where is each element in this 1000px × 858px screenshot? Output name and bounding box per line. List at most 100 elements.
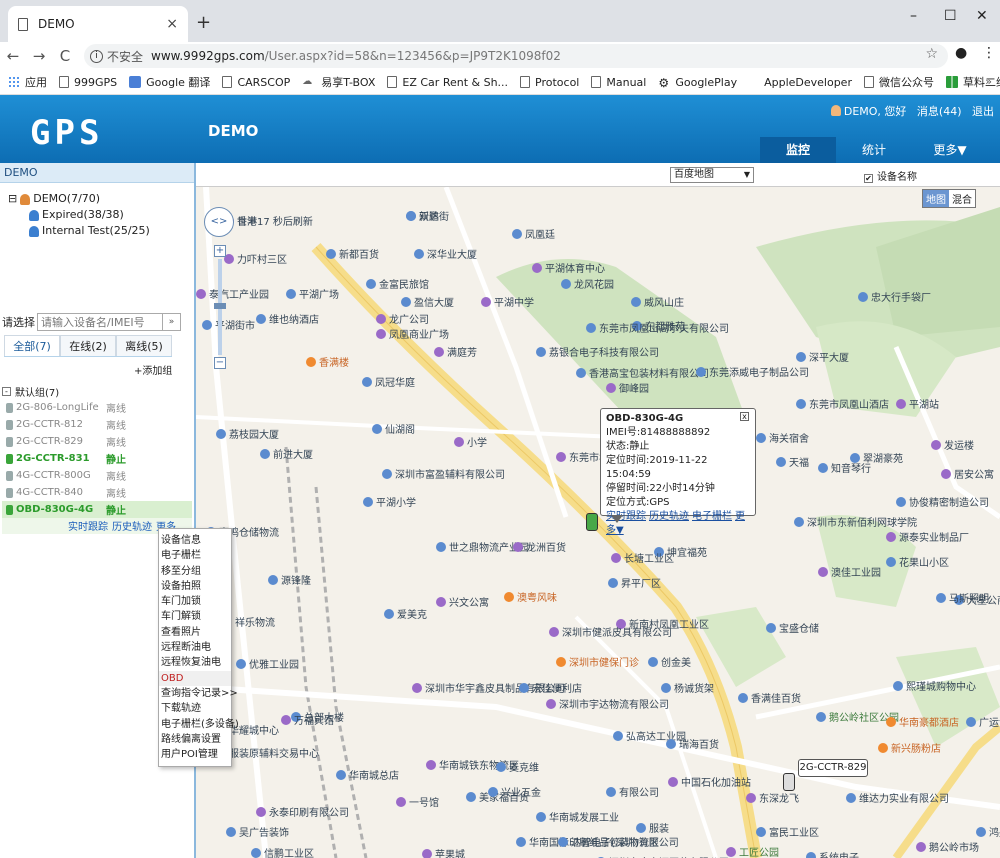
map-poi-label[interactable]: 永泰印刷有限公司 [256, 807, 349, 820]
bookmark-item[interactable]: 微信公众号 [863, 74, 934, 90]
map-poi-label[interactable]: 前进大厦 [260, 449, 313, 462]
bookmark-item[interactable]: 999GPS [59, 76, 117, 89]
map-poi-label[interactable]: 香满楼 [306, 357, 349, 370]
map-poi-label[interactable]: 龙洲百货 [513, 542, 566, 555]
zoom-handle[interactable] [214, 303, 226, 309]
map-poi-label[interactable]: 海关宿舍 [756, 433, 809, 446]
map-type-map[interactable]: 地图 [923, 190, 949, 207]
map-panel[interactable]: 百度地图 ▼ ✔ 设备名称 世丰17 秒后刷新 双鹏街 凤凰廷 力吓村三区 新都百货 深华业大… [196, 163, 1000, 858]
device-row[interactable]: 2G-CCTR-812 离线 [2, 416, 192, 433]
map-poi-label[interactable]: 宏佳便利店 [519, 683, 582, 696]
map-poi-label[interactable]: 荔银合电子科技有限公司 [536, 347, 659, 360]
device-row[interactable]: 4G-CCTR-840 离线 [2, 484, 192, 501]
messages-link[interactable]: 消息(44) [917, 105, 962, 118]
bookmark-item[interactable]: 应用 [8, 74, 47, 90]
context-menu-item[interactable]: 路线偏离设置 [159, 732, 231, 747]
device-search-input[interactable]: 请输入设备名/IMEI号 » [37, 313, 181, 331]
bookmark-item[interactable]: ☁ 易享T-BOX [302, 74, 375, 90]
new-tab-button[interactable]: + [196, 12, 211, 33]
map-poi-label[interactable]: 知音琴行 [818, 463, 871, 476]
reload-button[interactable]: C [52, 47, 78, 65]
map-poi-label[interactable]: 深圳市东新佰利网球学院 [794, 517, 917, 530]
map-poi-label[interactable]: 华南城发展工业 [536, 812, 619, 825]
tree-item-internal-test[interactable]: Internal Test(25/25) [8, 223, 194, 239]
map-poi-label[interactable]: 威风山庄 [631, 297, 684, 310]
map-poi-label[interactable]: 深平大厦 [796, 352, 849, 365]
map-poi-label[interactable]: 小学 [454, 437, 487, 450]
tab-more[interactable]: 更多▼ [912, 137, 988, 163]
forward-button[interactable]: → [26, 47, 52, 65]
browser-menu-icon[interactable]: ⋮ [982, 45, 996, 61]
map-poi-label[interactable]: 服装 [636, 823, 669, 836]
device-name-tag[interactable]: 2G-CCTR-829 [798, 759, 868, 777]
map-poi-label[interactable]: 广运油中心 [966, 717, 1000, 730]
tab-statistics[interactable]: 统计 [836, 137, 912, 163]
map-poi-label[interactable]: 维达力实业有限公司 [846, 793, 949, 806]
map-poi-label[interactable]: 新达 [406, 211, 439, 224]
map-poi-label[interactable]: 杨诚货架 [661, 683, 714, 696]
map-poi-label[interactable]: 爱美克 [384, 609, 427, 622]
map-poi-label[interactable]: 维也纳酒店 [256, 314, 319, 327]
context-menu-item[interactable]: 查看照片 [159, 625, 231, 640]
zoom-in-button[interactable]: + [214, 245, 226, 257]
context-menu-item[interactable]: 车门解锁 [159, 609, 231, 624]
group-header[interactable]: - 默认组(7) [2, 383, 192, 399]
bookmark-star-icon[interactable]: ☆ [925, 46, 938, 62]
window-close-button[interactable]: ✕ [976, 8, 988, 24]
logout-link[interactable]: 退出 [972, 105, 994, 118]
bookmark-item[interactable]: CARSCOP [222, 76, 290, 89]
context-menu-item[interactable]: 电子栅栏 [159, 548, 231, 563]
context-menu-item[interactable]: 电子栅栏(多设备) [159, 717, 239, 732]
map-poi-label[interactable]: 深圳市宇达物流有限公司 [546, 699, 669, 712]
popup-history-link[interactable]: 历史轨迹 [649, 511, 689, 522]
collapse-icon[interactable]: - [2, 386, 11, 396]
map-poi-label[interactable]: 龙风花园 [561, 279, 614, 292]
add-group-button[interactable]: +添加组 [134, 362, 172, 377]
map-poi-label[interactable]: 香满佳百货 [738, 693, 801, 706]
context-menu-item[interactable]: 车门加锁 [159, 594, 231, 609]
tab-close-icon[interactable]: × [166, 16, 178, 32]
context-menu-item[interactable]: OBD [159, 670, 231, 686]
map-poi-label[interactable]: 天福 [776, 457, 809, 470]
bookmark-item[interactable]: AppleDeveloper [749, 76, 852, 89]
map-poi-label[interactable]: 香港高宝包装材料有限公司 [576, 368, 709, 381]
tab-monitor[interactable]: 监控 [760, 137, 836, 163]
zoom-out-button[interactable]: − [214, 357, 226, 369]
map-poi-label[interactable]: 平湖广场 [286, 289, 339, 302]
history-link[interactable]: 历史轨迹 [112, 522, 152, 533]
map-poi-label[interactable]: 工匠公园 [726, 847, 779, 858]
context-menu-item[interactable]: 设备信息 [159, 533, 231, 548]
tree-item-expired[interactable]: Expired(38/38) [8, 207, 194, 223]
collapse-icon[interactable]: ⊟ [8, 191, 17, 207]
map-poi-label[interactable]: 深圳市富盈辅料有限公司 [382, 469, 505, 482]
map-poi-label[interactable]: 满庭芳 [434, 347, 477, 360]
bookmark-item[interactable]: Manual [591, 76, 646, 89]
map-provider-select[interactable]: 百度地图 ▼ [670, 167, 754, 183]
context-menu-item[interactable]: 下载轨迹 [159, 701, 231, 716]
map-poi-label[interactable]: 兴业五金 [488, 787, 541, 800]
map-poi-label[interactable]: 新兴肠粉店 [878, 743, 941, 756]
map-poi-label[interactable]: 鸿盛大厦 [976, 827, 1000, 840]
map-poi-label[interactable]: 花果山小区 [886, 557, 949, 570]
context-menu-item[interactable]: 移至分组 [159, 564, 231, 579]
map-poi-label[interactable]: 东莞市凤凰山酒店 [796, 399, 889, 412]
context-menu-item[interactable]: 查询指令记录>> [159, 686, 238, 701]
map-poi-label[interactable]: 源泰实业制品厂 [886, 532, 969, 545]
tab-online[interactable]: 在线(2) [60, 335, 116, 356]
map-poi-label[interactable]: 东深龙飞 [746, 793, 799, 806]
bookmark-item[interactable]: EZ Car Rent & Sh... [387, 76, 508, 89]
browser-tab[interactable]: DEMO × [8, 6, 188, 42]
context-menu-item[interactable]: 用户POI管理 [159, 747, 231, 762]
device-row[interactable]: OBD-830G-4G 静止 [2, 501, 192, 518]
chevron-down-icon[interactable]: » [162, 314, 180, 330]
map-poi-label[interactable]: 系统电子 [806, 852, 859, 858]
map-poi-label[interactable]: 鹅公岭市场 [916, 842, 979, 855]
map-poi-label[interactable]: 居安公寓 [941, 469, 994, 482]
map-poi-label[interactable]: 华南城总店 [336, 770, 399, 783]
map-poi-label[interactable]: 凤凰商业广场 [376, 329, 449, 342]
extension-icon[interactable]: ● [955, 45, 967, 61]
map-poi-label[interactable]: 平湖中学 [481, 297, 534, 310]
map-poi-label[interactable]: 澳佳工业园 [818, 567, 881, 580]
map-poi-label[interactable]: 深圳市健保门诊 [556, 657, 639, 670]
map-poi-label[interactable]: 深华业大厦 [414, 249, 477, 262]
